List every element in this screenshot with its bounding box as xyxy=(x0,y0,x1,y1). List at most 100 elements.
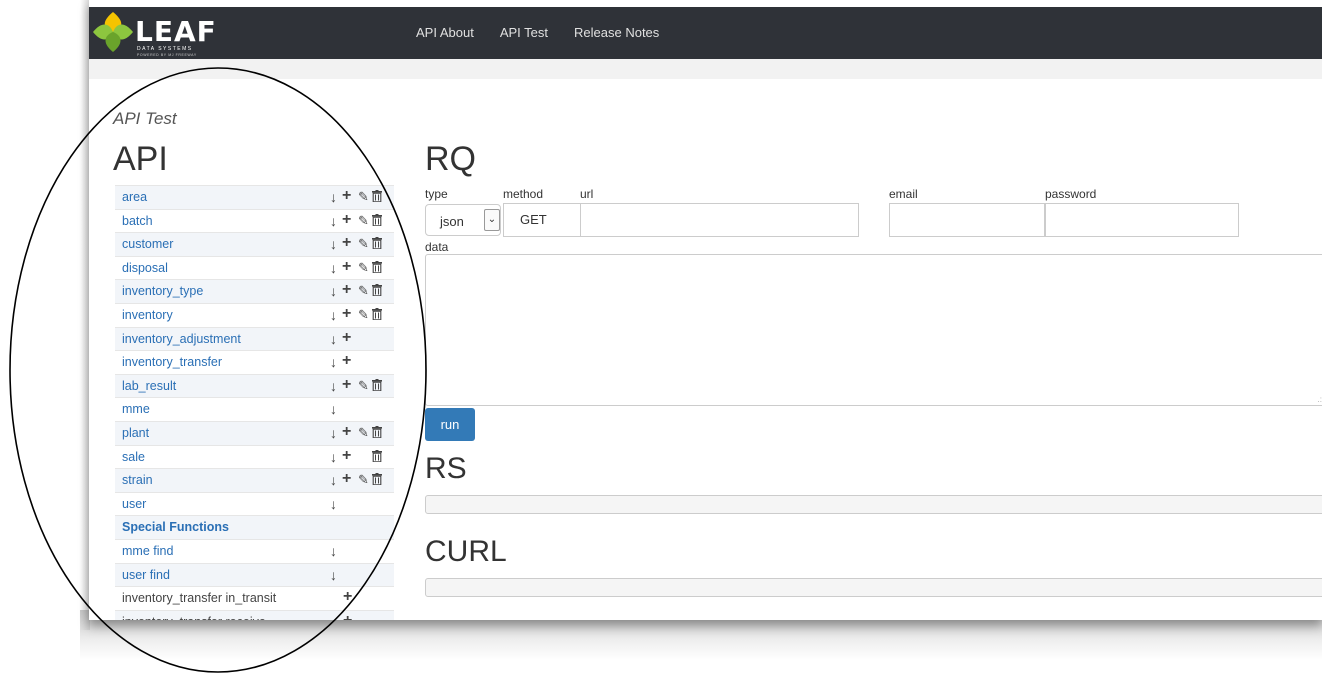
api-row-label[interactable]: plant xyxy=(122,422,149,444)
pencil-icon[interactable]: ✎ xyxy=(358,375,369,397)
api-row-label[interactable]: lab_result xyxy=(122,375,176,397)
api-row-label[interactable]: inventory_transfer xyxy=(122,351,222,373)
api-row-label[interactable]: customer xyxy=(122,233,173,255)
api-row: plant ↓ + ✎ xyxy=(115,420,394,445)
api-row: lab_result ↓ + ✎ xyxy=(115,373,394,398)
password-input[interactable] xyxy=(1045,203,1239,237)
api-row-label[interactable]: mme xyxy=(122,398,150,420)
resize-grip-icon[interactable]: .: xyxy=(1318,395,1322,404)
rs-output[interactable] xyxy=(425,495,1322,514)
curl-output[interactable] xyxy=(425,578,1322,597)
arrow-down-icon[interactable]: ↓ xyxy=(330,280,337,302)
pencil-icon[interactable]: ✎ xyxy=(358,422,369,444)
api-row: mme ↓ xyxy=(115,397,394,421)
trash-icon[interactable] xyxy=(372,304,382,326)
plus-icon[interactable]: + xyxy=(342,445,351,467)
type-select[interactable]: json ⌄ xyxy=(425,204,501,236)
arrow-down-icon[interactable]: ↓ xyxy=(330,375,337,397)
api-row-label[interactable]: batch xyxy=(122,210,153,232)
arrow-down-icon[interactable]: ↓ xyxy=(330,257,337,279)
arrow-down-icon[interactable]: ↓ xyxy=(330,422,337,444)
trash-icon[interactable] xyxy=(372,233,382,255)
arrow-down-icon[interactable]: ↓ xyxy=(330,186,337,208)
pencil-icon[interactable]: ✎ xyxy=(358,304,369,326)
brand-logo[interactable]: LEAF DATA SYSTEMS POWERED BY MJ FREEWAY xyxy=(89,9,229,57)
plus-icon[interactable]: + xyxy=(342,209,351,231)
api-row-label[interactable]: inventory_transfer receive xyxy=(122,611,266,620)
api-row-label[interactable]: inventory xyxy=(122,304,173,326)
api-row-label[interactable]: user find xyxy=(122,564,170,586)
trash-icon[interactable] xyxy=(372,469,382,491)
arrow-down-icon[interactable]: ↓ xyxy=(330,328,337,350)
api-row: batch ↓ + ✎ xyxy=(115,208,394,233)
arrow-down-icon[interactable]: ↓ xyxy=(330,351,337,373)
api-row-label[interactable]: area xyxy=(122,186,147,208)
nav-api-test[interactable]: API Test xyxy=(500,25,548,40)
api-row-label[interactable]: sale xyxy=(122,446,145,468)
chevron-down-icon[interactable]: ⌄ xyxy=(484,209,500,231)
email-label: email xyxy=(889,187,918,201)
arrow-down-icon[interactable]: ↓ xyxy=(330,210,337,232)
trash-icon[interactable] xyxy=(372,210,382,232)
pencil-icon[interactable]: ✎ xyxy=(358,186,369,208)
arrow-down-icon[interactable]: ↓ xyxy=(330,398,337,420)
url-input[interactable] xyxy=(580,203,859,237)
trash-icon[interactable] xyxy=(372,422,382,444)
plus-icon[interactable]: + xyxy=(342,374,351,396)
api-row: inventory_adjustment ↓ + xyxy=(115,326,394,351)
api-row: mme find ↓ xyxy=(115,538,394,563)
plus-icon[interactable]: + xyxy=(342,468,351,490)
api-row: disposal ↓ + ✎ xyxy=(115,255,394,280)
arrow-down-icon[interactable]: ↓ xyxy=(330,564,337,586)
arrow-down-icon[interactable]: ↓ xyxy=(330,233,337,255)
api-row-label[interactable]: disposal xyxy=(122,257,168,279)
api-row-label[interactable]: inventory_type xyxy=(122,280,203,302)
api-row-label[interactable]: inventory_adjustment xyxy=(122,328,241,350)
pencil-icon[interactable]: ✎ xyxy=(358,469,369,491)
arrow-down-icon[interactable]: ↓ xyxy=(330,469,337,491)
nav-release-notes[interactable]: Release Notes xyxy=(574,25,659,40)
plus-icon[interactable]: + xyxy=(342,327,351,349)
data-textarea[interactable]: .: xyxy=(425,254,1322,406)
nav-api-about[interactable]: API About xyxy=(416,25,474,40)
plus-icon[interactable]: + xyxy=(342,350,351,372)
brand-tagline: DATA SYSTEMS xyxy=(137,46,193,52)
plus-icon[interactable]: + xyxy=(342,232,351,254)
api-row: sale ↓ + xyxy=(115,444,394,469)
arrow-down-icon[interactable]: ↓ xyxy=(330,493,337,515)
api-row-label[interactable]: strain xyxy=(122,469,153,491)
api-list: area ↓ + ✎ batch ↓ + ✎ customer ↓ + ✎ disposal ↓ + ✎ inv… xyxy=(115,185,394,620)
api-row: inventory ↓ + ✎ xyxy=(115,302,394,327)
api-row-label[interactable]: user xyxy=(122,493,146,515)
pencil-icon[interactable]: ✎ xyxy=(358,257,369,279)
api-row: area ↓ + ✎ xyxy=(115,185,394,209)
run-button[interactable]: run xyxy=(425,408,475,441)
plus-icon[interactable]: + xyxy=(342,185,351,207)
api-row-label[interactable]: inventory_transfer in_transit xyxy=(122,587,276,609)
pencil-icon[interactable]: ✎ xyxy=(358,210,369,232)
arrow-down-icon[interactable]: ↓ xyxy=(330,540,337,562)
api-row-label[interactable]: mme find xyxy=(122,540,173,562)
api-row: inventory_transfer in_transit + xyxy=(115,586,394,610)
api-row: user find ↓ xyxy=(115,562,394,587)
plus-icon[interactable]: + xyxy=(342,421,351,443)
plus-icon[interactable]: + xyxy=(342,256,351,278)
plus-icon[interactable]: + xyxy=(342,279,351,301)
page-caption: API Test xyxy=(113,109,177,128)
email-input[interactable] xyxy=(889,203,1045,237)
pencil-icon[interactable]: ✎ xyxy=(358,280,369,302)
trash-icon[interactable] xyxy=(372,446,382,468)
trash-icon[interactable] xyxy=(372,257,382,279)
trash-icon[interactable] xyxy=(372,186,382,208)
trash-icon[interactable] xyxy=(372,280,382,302)
arrow-down-icon[interactable]: ↓ xyxy=(330,446,337,468)
trash-icon[interactable] xyxy=(372,375,382,397)
plus-icon[interactable]: + xyxy=(343,586,352,608)
plus-icon[interactable]: + xyxy=(342,303,351,325)
plus-icon[interactable]: + xyxy=(343,610,352,620)
arrow-down-icon[interactable]: ↓ xyxy=(330,304,337,326)
method-field[interactable]: GET xyxy=(503,203,581,237)
pencil-icon[interactable]: ✎ xyxy=(358,233,369,255)
type-select-value: json xyxy=(440,214,464,229)
api-row: Special Functions xyxy=(115,515,394,539)
